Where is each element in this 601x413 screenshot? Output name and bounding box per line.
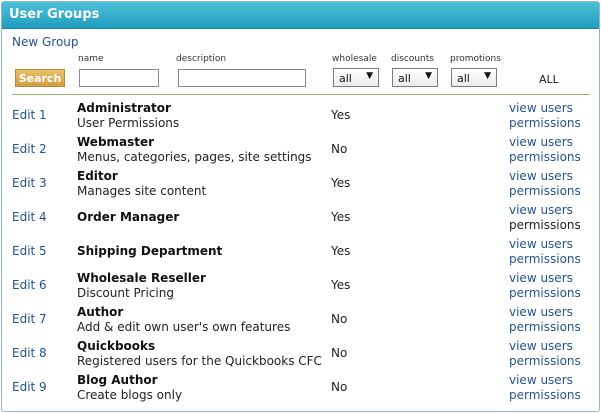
wholesale-filter-label: wholesale [332,54,377,64]
group-description: Discount Pricing [77,286,174,300]
wholesale-value: No [331,380,348,394]
permissions-link[interactable]: permissions [509,388,581,402]
edit-link[interactable]: Edit 7 [12,312,47,326]
promotions-select[interactable]: all ▼ [451,68,497,87]
table-row: Edit 8 Quickbooks Registered users for t… [2,336,599,370]
panel-header: User Groups [2,2,599,29]
group-name: Webmaster [77,135,155,149]
wholesale-value: No [331,142,348,156]
permissions-link[interactable]: permissions [509,184,581,198]
table-row: Edit 7 Author Add & edit own user's own … [2,302,599,336]
permissions-link[interactable]: permissions [509,286,581,300]
wholesale-value: Yes [331,176,351,190]
group-description: Manages site content [77,184,207,198]
permissions-link[interactable]: permissions [509,116,581,130]
group-description: Registered users for the Quickbooks CFC [77,354,322,368]
new-group-link[interactable]: New Group [12,35,79,49]
description-filter-label: description [176,54,227,64]
edit-link[interactable]: Edit 1 [12,108,47,122]
group-name: Editor [77,169,118,183]
user-groups-panel: User Groups New Group name description w… [1,1,600,412]
view-users-link[interactable]: view users [509,101,573,115]
permissions-link[interactable]: permissions [509,320,581,334]
table-row: Edit 9 Blog Author Create blogs only No … [2,370,599,404]
permissions-link[interactable]: permissions [509,354,581,368]
edit-link[interactable]: Edit 3 [12,176,47,190]
group-name: Wholesale Reseller [77,271,206,285]
name-filter-label: name [78,54,104,64]
chevron-down-icon: ▼ [366,71,373,81]
group-name: Administrator [77,101,171,115]
table-row: Edit 5 Shipping Department Yes view user… [2,234,599,268]
group-description: Create blogs only [77,388,183,402]
chevron-down-icon: ▼ [484,71,491,81]
discounts-select[interactable]: all ▼ [392,68,438,87]
group-description: Add & edit own user's own features [77,320,291,334]
wholesale-value: No [331,346,348,360]
chevron-down-icon: ▼ [425,71,432,81]
edit-link[interactable]: Edit 9 [12,380,47,394]
group-description: User Permissions [77,116,180,130]
wholesale-value: Yes [331,210,351,224]
table-row: Edit 3 Editor Manages site content Yes v… [2,166,599,200]
view-users-link[interactable]: view users [509,373,573,387]
wholesale-select-value: all [339,72,352,85]
edit-link[interactable]: Edit 2 [12,142,47,156]
view-users-link[interactable]: view users [509,203,573,217]
group-name: Quickbooks [77,339,156,353]
view-users-link[interactable]: view users [509,305,573,319]
wholesale-value: Yes [331,108,351,122]
edit-link[interactable]: Edit 8 [12,346,47,360]
wholesale-value: Yes [331,244,351,258]
wholesale-value: No [331,312,348,326]
group-name: Blog Author [77,373,158,387]
table-row: Edit 4 Order Manager Yes view users perm… [2,200,599,234]
permissions-link[interactable]: permissions [509,252,581,266]
view-users-link[interactable]: view users [509,169,573,183]
all-label: ALL [539,73,559,86]
search-button[interactable]: Search [15,69,65,87]
table-row: Edit 2 Webmaster Menus, categories, page… [2,132,599,166]
permissions-link[interactable]: permissions [509,150,581,164]
wholesale-value: Yes [331,278,351,292]
name-filter-input[interactable] [79,69,159,87]
group-name: Author [77,305,124,319]
promotions-filter-label: promotions [450,54,501,64]
table-row: Edit 6 Wholesale Reseller Discount Prici… [2,268,599,302]
view-users-link[interactable]: view users [509,339,573,353]
description-filter-input[interactable] [178,69,306,87]
view-users-link[interactable]: view users [509,135,573,149]
filter-divider [12,94,590,95]
table-row: Edit 1 Administrator User Permissions Ye… [2,98,599,132]
wholesale-select[interactable]: all ▼ [333,68,379,87]
view-users-link[interactable]: view users [509,237,573,251]
discounts-select-value: all [398,72,411,85]
group-name: Order Manager [77,210,180,224]
permissions-link[interactable]: permissions [509,218,581,232]
panel-title: User Groups [9,7,100,22]
promotions-select-value: all [457,72,470,85]
group-description: Menus, categories, pages, site settings [77,150,312,164]
group-name: Shipping Department [77,244,223,258]
discounts-filter-label: discounts [391,54,434,64]
edit-link[interactable]: Edit 4 [12,210,47,224]
edit-link[interactable]: Edit 6 [12,278,47,292]
view-users-link[interactable]: view users [509,271,573,285]
edit-link[interactable]: Edit 5 [12,244,47,258]
